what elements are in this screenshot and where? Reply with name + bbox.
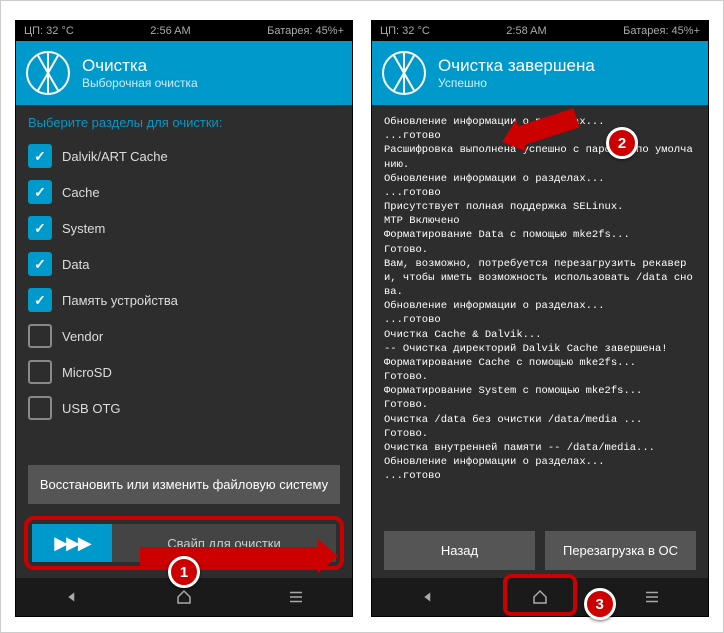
checkbox-icon[interactable]	[28, 360, 52, 384]
status-cpu: ЦП: 32 °C	[24, 25, 74, 37]
partition-list: Выберите разделы для очистки: ✓ Dalvik/AR…	[16, 105, 352, 457]
partition-label: Cache	[62, 185, 100, 200]
twrp-logo-icon	[382, 51, 426, 95]
status-time: 2:56 AM	[150, 25, 190, 37]
header: Очистка Выборочная очистка	[16, 41, 352, 105]
partition-row[interactable]: ✓ Cache	[28, 174, 340, 210]
nav-back-icon[interactable]	[418, 587, 438, 607]
header: Очистка завершена Успешно 2	[372, 41, 708, 105]
back-button[interactable]: Назад	[384, 531, 535, 570]
partition-label: Vendor	[62, 329, 103, 344]
tutorial-arrow-icon	[140, 547, 320, 565]
partition-label: Data	[62, 257, 89, 272]
status-battery: Батарея: 45%+	[623, 25, 700, 37]
home-highlight	[503, 574, 577, 616]
callout-badge-2: 2	[606, 127, 638, 159]
phone-right-complete: ЦП: 32 °C 2:58 AM Батарея: 45%+ Очистка …	[372, 21, 708, 616]
log-output: Обновление информации о разделах... ...г…	[372, 105, 708, 531]
partition-label: Память устройства	[62, 293, 178, 308]
phone-left-wipe: ЦП: 32 °C 2:56 AM Батарея: 45%+ Очистка …	[16, 21, 352, 616]
nav-home-icon[interactable]	[174, 587, 194, 607]
partition-label: System	[62, 221, 105, 236]
checkbox-icon[interactable]: ✓	[28, 216, 52, 240]
checkbox-icon[interactable]: ✓	[28, 144, 52, 168]
partition-row[interactable]: ✓ Dalvik/ART Cache	[28, 138, 340, 174]
nav-bar: 1	[16, 578, 352, 616]
page-title: Очистка	[82, 56, 198, 76]
page-subtitle: Выборочная очистка	[82, 76, 198, 90]
checkbox-icon[interactable]	[28, 324, 52, 348]
checkbox-icon[interactable]: ✓	[28, 252, 52, 276]
nav-back-icon[interactable]	[62, 587, 82, 607]
status-time: 2:58 AM	[506, 25, 546, 37]
status-battery: Батарея: 45%+	[267, 25, 344, 37]
section-label: Выберите разделы для очистки:	[28, 115, 340, 130]
partition-label: Dalvik/ART Cache	[62, 149, 168, 164]
nav-bar: 3	[372, 578, 708, 616]
status-bar: ЦП: 32 °C 2:58 AM Батарея: 45%+	[372, 21, 708, 41]
log-text: Обновление информации о разделах... ...г…	[384, 115, 696, 483]
callout-badge-1: 1	[168, 556, 200, 588]
partition-label: MicroSD	[62, 365, 112, 380]
repair-fs-button[interactable]: Восстановить или изменить файловую систе…	[28, 465, 340, 504]
partition-row[interactable]: Vendor	[28, 318, 340, 354]
page-subtitle: Успешно	[438, 76, 595, 90]
page-title: Очистка завершена	[438, 56, 595, 76]
status-bar: ЦП: 32 °C 2:56 AM Батарея: 45%+	[16, 21, 352, 41]
checkbox-icon[interactable]: ✓	[28, 180, 52, 204]
partition-row[interactable]: MicroSD	[28, 354, 340, 390]
checkbox-icon[interactable]	[28, 396, 52, 420]
nav-recent-icon[interactable]	[642, 587, 662, 607]
partition-row[interactable]: USB OTG	[28, 390, 340, 426]
partition-label: USB OTG	[62, 401, 121, 416]
twrp-logo-icon	[26, 51, 70, 95]
nav-recent-icon[interactable]	[286, 587, 306, 607]
reboot-os-button[interactable]: Перезагрузка в ОС	[545, 531, 696, 570]
callout-badge-3: 3	[584, 588, 616, 620]
partition-row[interactable]: ✓ System	[28, 210, 340, 246]
checkbox-icon[interactable]: ✓	[28, 288, 52, 312]
partition-row[interactable]: ✓ Data	[28, 246, 340, 282]
partition-row[interactable]: ✓ Память устройства	[28, 282, 340, 318]
status-cpu: ЦП: 32 °C	[380, 25, 430, 37]
swipe-handle-icon[interactable]: ▶▶▶	[32, 524, 112, 562]
